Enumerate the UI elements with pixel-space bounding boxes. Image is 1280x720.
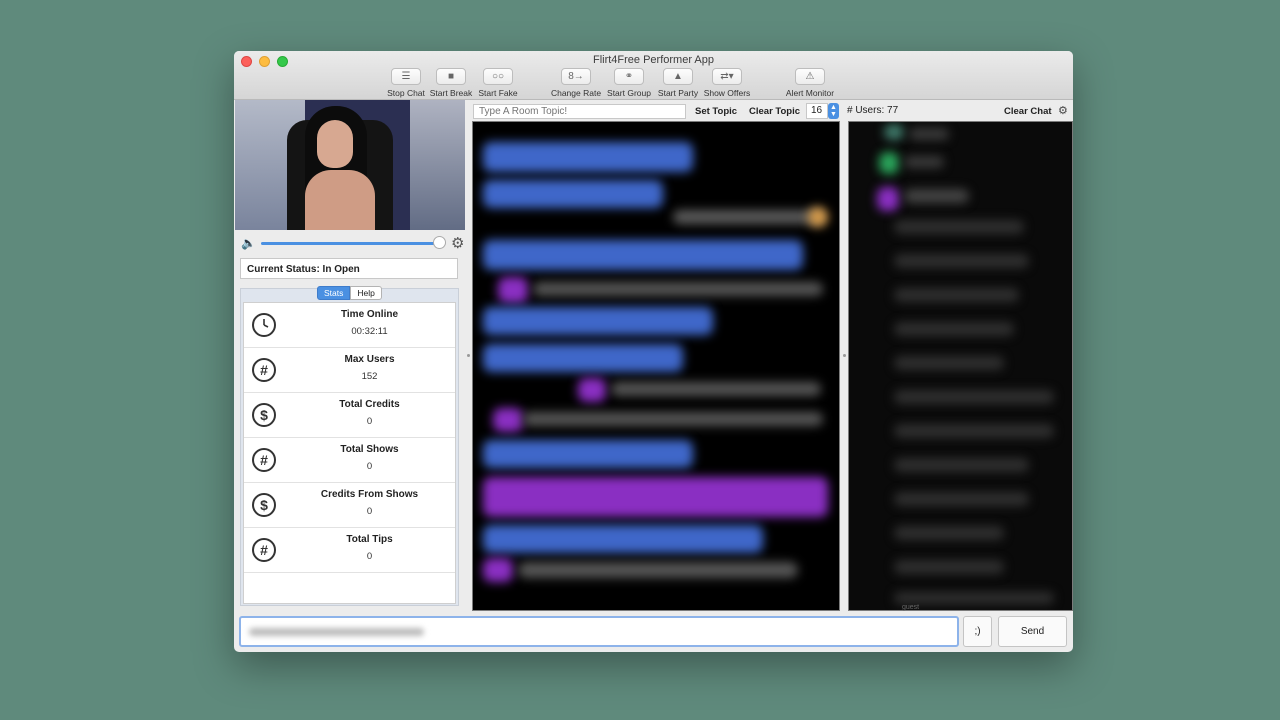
speaker-icon[interactable]: 🔈 — [241, 236, 256, 250]
splitter-handle[interactable] — [843, 354, 846, 357]
stat-title: Total Credits — [339, 399, 400, 410]
start-fake-button[interactable]: ○○ Start Fake — [468, 68, 528, 98]
audio-controls: 🔈 ⚙ — [239, 234, 465, 252]
stat-value: 0 — [366, 416, 373, 427]
alert-icon: ⚠ — [805, 71, 815, 82]
hash-icon: # — [252, 538, 276, 562]
guest-label: guest — [902, 604, 920, 611]
stat-credits-from-shows: $ Credits From Shows 0 — [244, 483, 455, 528]
webcam-preview — [235, 100, 465, 230]
show-offers-button[interactable]: ⇄▾ Show Offers — [697, 68, 757, 98]
tab-help[interactable]: Help — [350, 286, 382, 300]
stat-value: 152 — [361, 371, 378, 382]
stats-panel: Stats Help Time Online 00:32:11 # Max Us… — [240, 286, 459, 606]
font-size-stepper[interactable]: ▲ ▼ — [828, 103, 839, 119]
current-status: Current Status: In Open — [240, 258, 458, 279]
stats-list: Time Online 00:32:11 # Max Users 152 $ T… — [243, 302, 456, 604]
stat-total-credits: $ Total Credits 0 — [244, 393, 455, 438]
alert-monitor-button[interactable]: ⚠ Alert Monitor — [780, 68, 840, 98]
user-list[interactable] — [848, 121, 1073, 611]
stat-title: Max Users — [344, 354, 395, 365]
start-fake-label: Start Fake — [478, 88, 518, 98]
dollar-icon: $ — [252, 403, 276, 427]
list-icon: ☰ — [401, 71, 411, 82]
swap-arrows-icon: ⇄▾ — [720, 71, 734, 82]
stat-total-tips: # Total Tips 0 — [244, 528, 455, 573]
app-window: Flirt4Free Performer App ☰ Stop Chat ■ S… — [234, 51, 1073, 652]
send-button[interactable]: Send — [998, 616, 1067, 647]
room-topic-input[interactable] — [473, 104, 686, 119]
hash-icon: # — [252, 358, 276, 382]
group-icon: ⚭ — [624, 71, 634, 82]
emoticon-button[interactable]: ;) — [963, 616, 992, 647]
briefcase-icon: ■ — [447, 71, 455, 82]
users-count: # Users: 77 — [847, 105, 899, 116]
stat-title: Total Tips — [346, 534, 393, 545]
volume-slider-knob[interactable] — [433, 236, 446, 249]
show-offers-label: Show Offers — [703, 88, 751, 98]
tab-stats[interactable]: Stats — [317, 286, 351, 300]
window-title: Flirt4Free Performer App — [592, 54, 715, 66]
rate-icon: 8→ — [568, 71, 584, 82]
glasses-icon: ○○ — [491, 71, 505, 82]
stats-help-tabs: Stats Help — [317, 286, 382, 300]
volume-slider-track[interactable] — [261, 242, 437, 245]
clear-chat-button[interactable]: Clear Chat — [1004, 106, 1052, 117]
party-hat-icon: ▲ — [673, 71, 683, 82]
stat-title: Credits From Shows — [320, 489, 419, 500]
stat-value: 00:32:11 — [351, 326, 388, 337]
stat-value: 0 — [366, 551, 373, 562]
message-input[interactable] — [239, 616, 959, 647]
gear-icon[interactable]: ⚙ — [1058, 104, 1068, 117]
dollar-icon: $ — [252, 493, 276, 517]
title-toolbar: Flirt4Free Performer App ☰ Stop Chat ■ S… — [234, 51, 1073, 100]
clock-icon — [252, 313, 276, 337]
alert-monitor-label: Alert Monitor — [785, 88, 835, 98]
change-rate-button[interactable]: 8→ Change Rate — [546, 68, 606, 98]
stat-value: 0 — [366, 506, 373, 517]
stat-time-online: Time Online 00:32:11 — [244, 303, 455, 348]
clear-topic-button[interactable]: Clear Topic — [749, 106, 800, 117]
hash-icon: # — [252, 448, 276, 472]
stat-max-users: # Max Users 152 — [244, 348, 455, 393]
gear-icon[interactable]: ⚙ — [451, 234, 464, 252]
message-draft — [249, 628, 424, 636]
stat-total-shows: # Total Shows 0 — [244, 438, 455, 483]
change-rate-label: Change Rate — [550, 88, 602, 98]
chat-log[interactable] — [472, 121, 840, 611]
font-size-field[interactable]: 16 — [806, 103, 828, 119]
stat-title: Total Shows — [340, 444, 399, 455]
stat-value: 0 — [366, 461, 373, 472]
splitter-handle[interactable] — [467, 354, 470, 357]
stat-title: Time Online — [340, 309, 399, 320]
set-topic-button[interactable]: Set Topic — [695, 106, 737, 117]
